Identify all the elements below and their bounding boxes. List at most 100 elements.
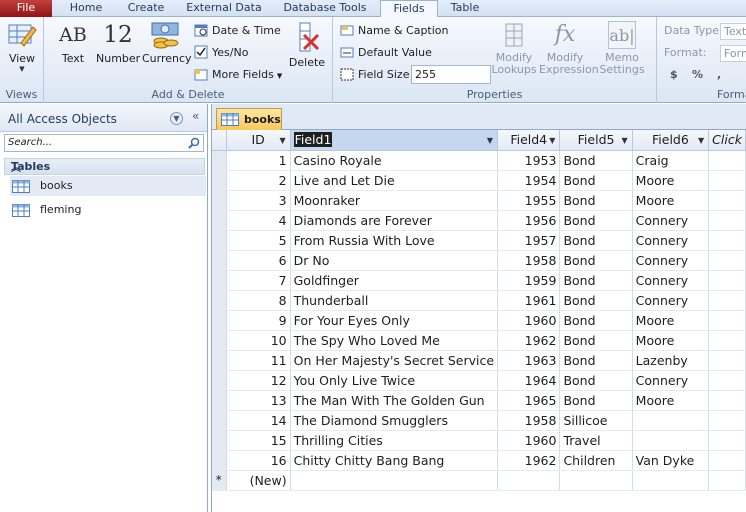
- cell-field4[interactable]: 1958: [497, 250, 561, 271]
- row-selector[interactable]: [212, 410, 227, 431]
- cell-field4[interactable]: 1964: [497, 370, 561, 391]
- cell-field5[interactable]: Bond: [559, 370, 633, 391]
- cell-id[interactable]: 12: [226, 370, 291, 391]
- cell-id[interactable]: 13: [226, 390, 291, 411]
- cell-id[interactable]: 5: [226, 230, 291, 251]
- cell-field4[interactable]: 1958: [497, 410, 561, 431]
- cell-field1[interactable]: You Only Live Twice: [290, 370, 499, 391]
- column-dropdown-icon[interactable]: ▼: [622, 136, 628, 145]
- table-row[interactable]: 16 Chitty Chitty Bang Bang 1962 Children Van…: [212, 450, 746, 471]
- nav-header[interactable]: All Access Objects ▼ «: [0, 104, 207, 132]
- cell-field1[interactable]: Casino Royale: [290, 150, 499, 171]
- data-type-select[interactable]: Text: [720, 23, 746, 40]
- cell-field6[interactable]: [632, 430, 710, 451]
- default-value-button[interactable]: Default Value: [340, 44, 432, 62]
- row-selector[interactable]: [212, 250, 227, 271]
- cell-field1[interactable]: For Your Eyes Only: [290, 310, 499, 331]
- new-record-id[interactable]: (New): [226, 470, 291, 491]
- new-record-cell[interactable]: [559, 470, 633, 491]
- table-row[interactable]: 1 Casino Royale 1953 Bond Craig: [212, 150, 746, 171]
- cell-id[interactable]: 14: [226, 410, 291, 431]
- cell-field4[interactable]: 1965: [497, 390, 561, 411]
- cell-click-to-add[interactable]: [708, 170, 746, 191]
- tab-table[interactable]: Table: [440, 0, 490, 17]
- cell-field4[interactable]: 1960: [497, 310, 561, 331]
- text-field-button[interactable]: AB Text: [56, 21, 90, 65]
- cell-field5[interactable]: Bond: [559, 210, 633, 231]
- cell-click-to-add[interactable]: [708, 410, 746, 431]
- column-dropdown-icon[interactable]: ▼: [698, 136, 704, 145]
- cell-field4[interactable]: 1962: [497, 450, 561, 471]
- cell-field6[interactable]: Connery: [632, 230, 710, 251]
- tab-home[interactable]: Home: [58, 0, 114, 17]
- cell-field5[interactable]: Bond: [559, 230, 633, 251]
- table-row[interactable]: 6 Dr No 1958 Bond Connery: [212, 250, 746, 271]
- row-selector[interactable]: [212, 190, 227, 211]
- cell-id[interactable]: 7: [226, 270, 291, 291]
- click-to-add-header[interactable]: Click: [708, 130, 746, 151]
- table-row[interactable]: 13 The Man With The Golden Gun 1965 Bond Moo…: [212, 390, 746, 411]
- cell-click-to-add[interactable]: [708, 350, 746, 371]
- cell-field4[interactable]: 1957: [497, 230, 561, 251]
- tab-file[interactable]: File: [0, 0, 52, 17]
- cell-field1[interactable]: Chitty Chitty Bang Bang: [290, 450, 499, 471]
- tab-fields[interactable]: Fields: [380, 0, 438, 18]
- cell-field1[interactable]: Thrilling Cities: [290, 430, 499, 451]
- cell-field5[interactable]: Bond: [559, 190, 633, 211]
- nav-collapse-icon[interactable]: «: [192, 109, 199, 123]
- memo-settings-button[interactable]: ab| Memo Settings: [597, 21, 647, 76]
- cell-click-to-add[interactable]: [708, 210, 746, 231]
- cell-field5[interactable]: Bond: [559, 250, 633, 271]
- cell-field5[interactable]: Sillicoe: [559, 410, 633, 431]
- tab-database-tools[interactable]: Database Tools: [276, 0, 374, 17]
- cell-field4[interactable]: 1959: [497, 270, 561, 291]
- cell-field1[interactable]: Dr No: [290, 250, 499, 271]
- cell-field6[interactable]: Connery: [632, 290, 710, 311]
- cell-field4[interactable]: 1954: [497, 170, 561, 191]
- cell-field5[interactable]: Bond: [559, 290, 633, 311]
- column-dropdown-icon[interactable]: ▼: [487, 136, 493, 145]
- table-row[interactable]: 2 Live and Let Die 1954 Bond Moore: [212, 170, 746, 191]
- cell-field6[interactable]: Moore: [632, 310, 710, 331]
- cell-id[interactable]: 1: [226, 150, 291, 171]
- search-icon[interactable]: [188, 137, 200, 149]
- column-header-field4[interactable]: Field4 ▼: [497, 130, 561, 151]
- view-button[interactable]: View ▼: [4, 21, 40, 73]
- cell-field1[interactable]: From Russia With Love: [290, 230, 499, 251]
- cell-field1[interactable]: Diamonds are Forever: [290, 210, 499, 231]
- nav-section-tables[interactable]: Tables ︽: [4, 158, 205, 175]
- cell-field5[interactable]: Bond: [559, 350, 633, 371]
- delete-field-button[interactable]: Delete: [288, 21, 326, 69]
- cell-field6[interactable]: Connery: [632, 250, 710, 271]
- table-row[interactable]: 11 On Her Majesty's Secret Service 1963 Bon…: [212, 350, 746, 371]
- cell-field5[interactable]: Children: [559, 450, 633, 471]
- column-header-field1[interactable]: Field1 ▼: [290, 130, 499, 151]
- cell-field1[interactable]: Thunderball: [290, 290, 499, 311]
- cell-click-to-add[interactable]: [708, 270, 746, 291]
- row-selector[interactable]: [212, 430, 227, 451]
- table-row[interactable]: 4 Diamonds are Forever 1956 Bond Connery: [212, 210, 746, 231]
- cell-field6[interactable]: Connery: [632, 270, 710, 291]
- cell-id[interactable]: 6: [226, 250, 291, 271]
- table-row[interactable]: 7 Goldfinger 1959 Bond Connery: [212, 270, 746, 291]
- cell-field6[interactable]: [632, 410, 710, 431]
- cell-field5[interactable]: Travel: [559, 430, 633, 451]
- table-row[interactable]: 3 Moonraker 1955 Bond Moore: [212, 190, 746, 211]
- cell-field5[interactable]: Bond: [559, 270, 633, 291]
- table-row[interactable]: 8 Thunderball 1961 Bond Connery: [212, 290, 746, 311]
- table-row[interactable]: 5 From Russia With Love 1957 Bond Connery: [212, 230, 746, 251]
- cell-field6[interactable]: Moore: [632, 330, 710, 351]
- comma-format-button[interactable]: ,: [717, 66, 721, 84]
- cell-field1[interactable]: The Diamond Smugglers: [290, 410, 499, 431]
- cell-id[interactable]: 16: [226, 450, 291, 471]
- table-row[interactable]: 15 Thrilling Cities 1960 Travel: [212, 430, 746, 451]
- new-record-cell[interactable]: [708, 470, 746, 491]
- table-row[interactable]: 10 The Spy Who Loved Me 1962 Bond Moore: [212, 330, 746, 351]
- row-selector[interactable]: [212, 210, 227, 231]
- row-selector[interactable]: [212, 290, 227, 311]
- currency-field-button[interactable]: Currency: [142, 21, 192, 65]
- cell-field4[interactable]: 1963: [497, 350, 561, 371]
- cell-click-to-add[interactable]: [708, 190, 746, 211]
- currency-format-button[interactable]: $: [670, 66, 678, 84]
- cell-id[interactable]: 4: [226, 210, 291, 231]
